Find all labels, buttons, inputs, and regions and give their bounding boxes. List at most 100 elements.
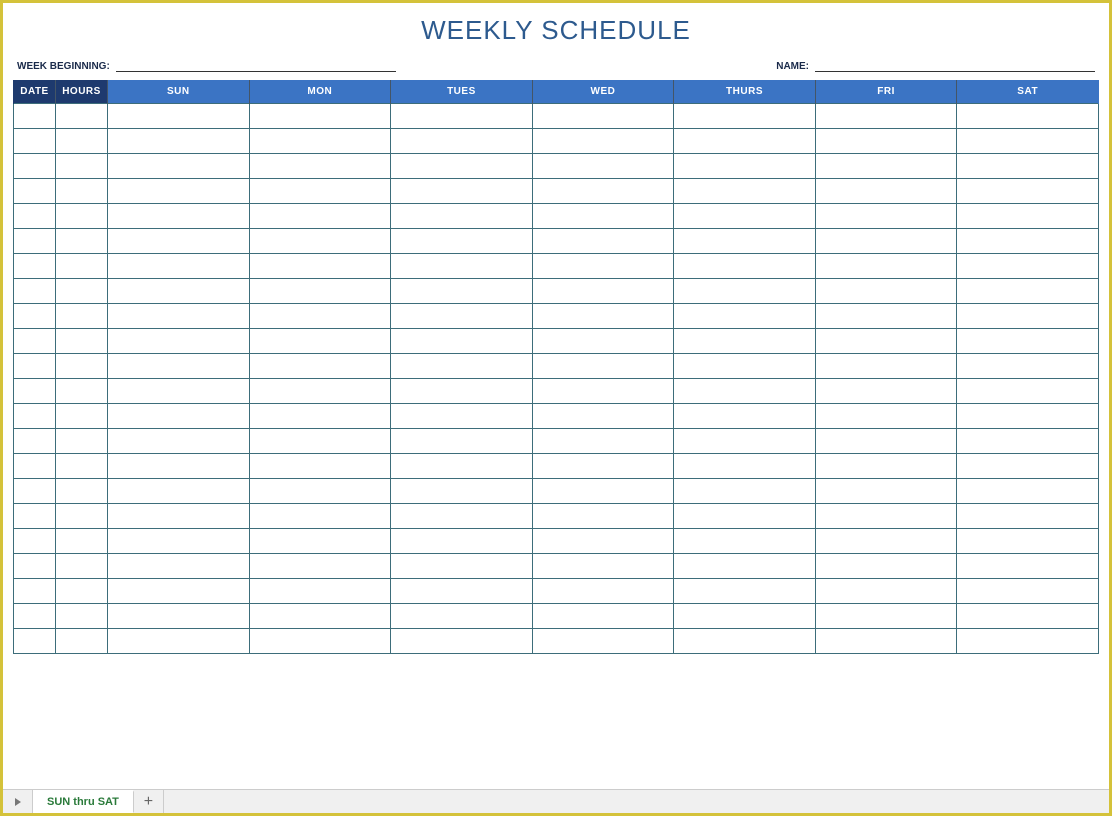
table-cell[interactable]: [14, 329, 56, 354]
table-cell[interactable]: [108, 479, 250, 504]
table-cell[interactable]: [391, 504, 533, 529]
table-cell[interactable]: [249, 554, 391, 579]
table-cell[interactable]: [391, 104, 533, 129]
table-cell[interactable]: [249, 229, 391, 254]
table-cell[interactable]: [249, 104, 391, 129]
table-cell[interactable]: [391, 329, 533, 354]
table-cell[interactable]: [108, 329, 250, 354]
table-cell[interactable]: [56, 204, 108, 229]
table-cell[interactable]: [532, 129, 674, 154]
table-cell[interactable]: [108, 429, 250, 454]
table-cell[interactable]: [108, 504, 250, 529]
table-cell[interactable]: [674, 254, 816, 279]
table-cell[interactable]: [391, 604, 533, 629]
table-cell[interactable]: [108, 404, 250, 429]
table-cell[interactable]: [674, 154, 816, 179]
table-cell[interactable]: [14, 629, 56, 654]
table-cell[interactable]: [957, 454, 1099, 479]
table-cell[interactable]: [108, 154, 250, 179]
table-cell[interactable]: [674, 429, 816, 454]
table-cell[interactable]: [391, 254, 533, 279]
table-cell[interactable]: [391, 454, 533, 479]
table-cell[interactable]: [532, 204, 674, 229]
table-cell[interactable]: [957, 179, 1099, 204]
table-cell[interactable]: [56, 629, 108, 654]
table-cell[interactable]: [249, 504, 391, 529]
table-cell[interactable]: [108, 279, 250, 304]
table-cell[interactable]: [108, 604, 250, 629]
table-cell[interactable]: [957, 504, 1099, 529]
week-beginning-input[interactable]: [116, 58, 396, 72]
table-cell[interactable]: [249, 354, 391, 379]
table-cell[interactable]: [249, 304, 391, 329]
table-cell[interactable]: [108, 379, 250, 404]
table-cell[interactable]: [56, 504, 108, 529]
table-cell[interactable]: [815, 229, 957, 254]
table-cell[interactable]: [56, 429, 108, 454]
table-cell[interactable]: [249, 479, 391, 504]
table-cell[interactable]: [391, 279, 533, 304]
table-cell[interactable]: [56, 554, 108, 579]
table-cell[interactable]: [815, 104, 957, 129]
table-cell[interactable]: [108, 554, 250, 579]
table-cell[interactable]: [108, 304, 250, 329]
table-cell[interactable]: [249, 429, 391, 454]
table-cell[interactable]: [14, 179, 56, 204]
table-cell[interactable]: [108, 529, 250, 554]
table-cell[interactable]: [532, 354, 674, 379]
table-cell[interactable]: [391, 154, 533, 179]
table-cell[interactable]: [14, 454, 56, 479]
table-cell[interactable]: [108, 129, 250, 154]
table-cell[interactable]: [14, 254, 56, 279]
table-cell[interactable]: [108, 229, 250, 254]
table-cell[interactable]: [391, 554, 533, 579]
table-cell[interactable]: [532, 429, 674, 454]
table-cell[interactable]: [56, 604, 108, 629]
table-cell[interactable]: [391, 629, 533, 654]
table-cell[interactable]: [674, 179, 816, 204]
table-cell[interactable]: [815, 579, 957, 604]
table-cell[interactable]: [108, 454, 250, 479]
table-cell[interactable]: [56, 304, 108, 329]
table-cell[interactable]: [957, 354, 1099, 379]
table-cell[interactable]: [14, 129, 56, 154]
table-cell[interactable]: [674, 329, 816, 354]
table-cell[interactable]: [532, 154, 674, 179]
table-cell[interactable]: [532, 629, 674, 654]
table-cell[interactable]: [14, 579, 56, 604]
table-cell[interactable]: [249, 454, 391, 479]
table-cell[interactable]: [56, 154, 108, 179]
table-cell[interactable]: [815, 554, 957, 579]
table-cell[interactable]: [532, 454, 674, 479]
table-cell[interactable]: [815, 154, 957, 179]
table-cell[interactable]: [108, 204, 250, 229]
table-cell[interactable]: [108, 579, 250, 604]
table-cell[interactable]: [14, 154, 56, 179]
table-cell[interactable]: [815, 629, 957, 654]
table-cell[interactable]: [249, 254, 391, 279]
table-cell[interactable]: [249, 604, 391, 629]
table-cell[interactable]: [815, 479, 957, 504]
table-cell[interactable]: [249, 379, 391, 404]
table-cell[interactable]: [391, 529, 533, 554]
table-cell[interactable]: [674, 304, 816, 329]
table-cell[interactable]: [56, 479, 108, 504]
table-cell[interactable]: [815, 179, 957, 204]
table-cell[interactable]: [249, 154, 391, 179]
table-cell[interactable]: [14, 604, 56, 629]
table-cell[interactable]: [56, 454, 108, 479]
table-cell[interactable]: [391, 404, 533, 429]
table-cell[interactable]: [957, 379, 1099, 404]
table-cell[interactable]: [957, 554, 1099, 579]
table-cell[interactable]: [674, 354, 816, 379]
table-cell[interactable]: [674, 554, 816, 579]
table-cell[interactable]: [391, 579, 533, 604]
table-cell[interactable]: [532, 254, 674, 279]
table-cell[interactable]: [56, 379, 108, 404]
table-cell[interactable]: [815, 529, 957, 554]
table-cell[interactable]: [249, 329, 391, 354]
table-cell[interactable]: [957, 479, 1099, 504]
table-cell[interactable]: [532, 329, 674, 354]
table-cell[interactable]: [674, 629, 816, 654]
table-cell[interactable]: [815, 204, 957, 229]
